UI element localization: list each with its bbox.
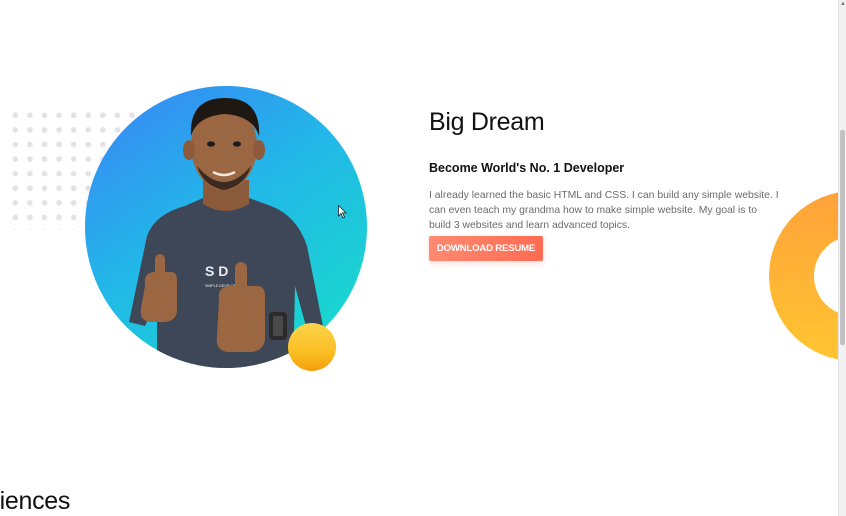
decorative-ring-hole: [814, 236, 838, 316]
experiences-section-heading: eriences: [0, 487, 71, 515]
decorative-ring: [769, 191, 838, 361]
hero-title: Big Dream: [429, 108, 545, 136]
page: S D SIMPLE DEVELOPER Big Dream Become Wo…: [0, 0, 838, 516]
arrow-cursor-icon: [338, 205, 347, 219]
download-resume-button[interactable]: DOWNLOAD RESUME: [429, 236, 543, 261]
decorative-orb: [288, 323, 336, 371]
hero-subtitle: Become World's No. 1 Developer: [429, 161, 625, 175]
shirt-logo-text: S D: [205, 263, 228, 279]
chevron-up-icon[interactable]: ▲: [839, 0, 846, 8]
page-scrollbar[interactable]: ▲: [838, 0, 846, 516]
hero-description: I already learned the basic HTML and CSS…: [429, 190, 779, 231]
scrollbar-thumb[interactable]: [840, 130, 845, 345]
